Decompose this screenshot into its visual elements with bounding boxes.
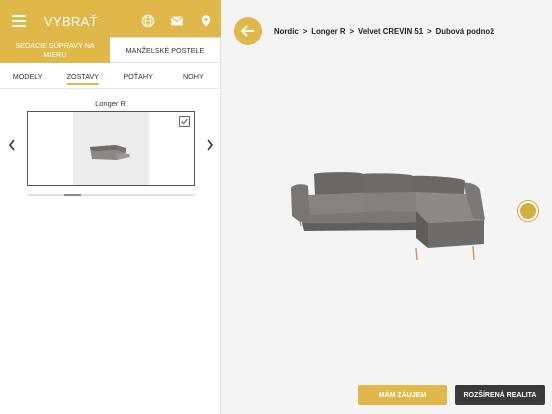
- breadcrumb-separator: >: [427, 27, 432, 36]
- tab-models[interactable]: MODELY: [0, 65, 55, 88]
- segment-custom-sofas[interactable]: SEDACIE SÚPRAVY NA MIERU: [0, 37, 110, 63]
- breadcrumb-item[interactable]: Longer R: [311, 27, 345, 36]
- page-title: VYBRAŤ: [44, 14, 98, 29]
- back-button[interactable]: [234, 17, 262, 45]
- set-card[interactable]: [27, 111, 195, 186]
- breadcrumb-item[interactable]: Velvet CREVIN 51: [358, 27, 423, 36]
- fabric-color-swatch[interactable]: [518, 201, 538, 221]
- carousel-scroll-thumb[interactable]: [64, 194, 81, 196]
- augmented-reality-button[interactable]: ROZŠÍRENÁ REALITA: [455, 385, 545, 405]
- carousel-item-label: Longer R: [95, 99, 126, 108]
- configurator-sidebar: VYBRAŤ SEDACIE SÚPRAVY NA MIERU MANŽELSK…: [0, 0, 221, 414]
- config-tabs: MODELY ZOSTAVY POŤAHY NOHY: [0, 65, 221, 89]
- checkbox-selected-icon[interactable]: [179, 116, 190, 127]
- segment-double-beds[interactable]: MANŽELSKÉ POSTELE: [110, 37, 221, 63]
- chevron-left-icon[interactable]: [7, 138, 17, 152]
- tab-covers[interactable]: POŤAHY: [111, 65, 166, 88]
- breadcrumb: Nordic > Longer R > Velvet CREVIN 51 > Dubová …: [274, 27, 494, 36]
- preview-area: Nordic > Longer R > Velvet CREVIN 51 > Dubová …: [222, 0, 552, 414]
- sofa-3d-preview[interactable]: [288, 168, 488, 268]
- menu-icon[interactable]: [12, 15, 26, 27]
- chevron-right-icon[interactable]: [205, 138, 215, 152]
- set-thumbnail: [73, 112, 149, 185]
- interest-button[interactable]: MÁM ZÁUJEM: [358, 385, 447, 405]
- arrow-left-icon: [240, 25, 254, 37]
- category-switch: SEDACIE SÚPRAVY NA MIERU MANŽELSKÉ POSTE…: [0, 37, 221, 63]
- breadcrumb-separator: >: [349, 27, 355, 36]
- breadcrumb-item[interactable]: Dubová podnož: [436, 27, 494, 36]
- carousel-scrollbar[interactable]: [27, 194, 195, 196]
- globe-icon[interactable]: [141, 14, 155, 28]
- breadcrumb-separator: >: [302, 27, 308, 36]
- location-pin-icon[interactable]: [199, 14, 213, 28]
- tab-sets[interactable]: ZOSTAVY: [55, 65, 110, 88]
- tab-legs[interactable]: NOHY: [166, 65, 221, 88]
- breadcrumb-item[interactable]: Nordic: [274, 27, 299, 36]
- app-root: VYBRAŤ SEDACIE SÚPRAVY NA MIERU MANŽELSK…: [0, 0, 552, 414]
- mail-icon[interactable]: [170, 14, 184, 28]
